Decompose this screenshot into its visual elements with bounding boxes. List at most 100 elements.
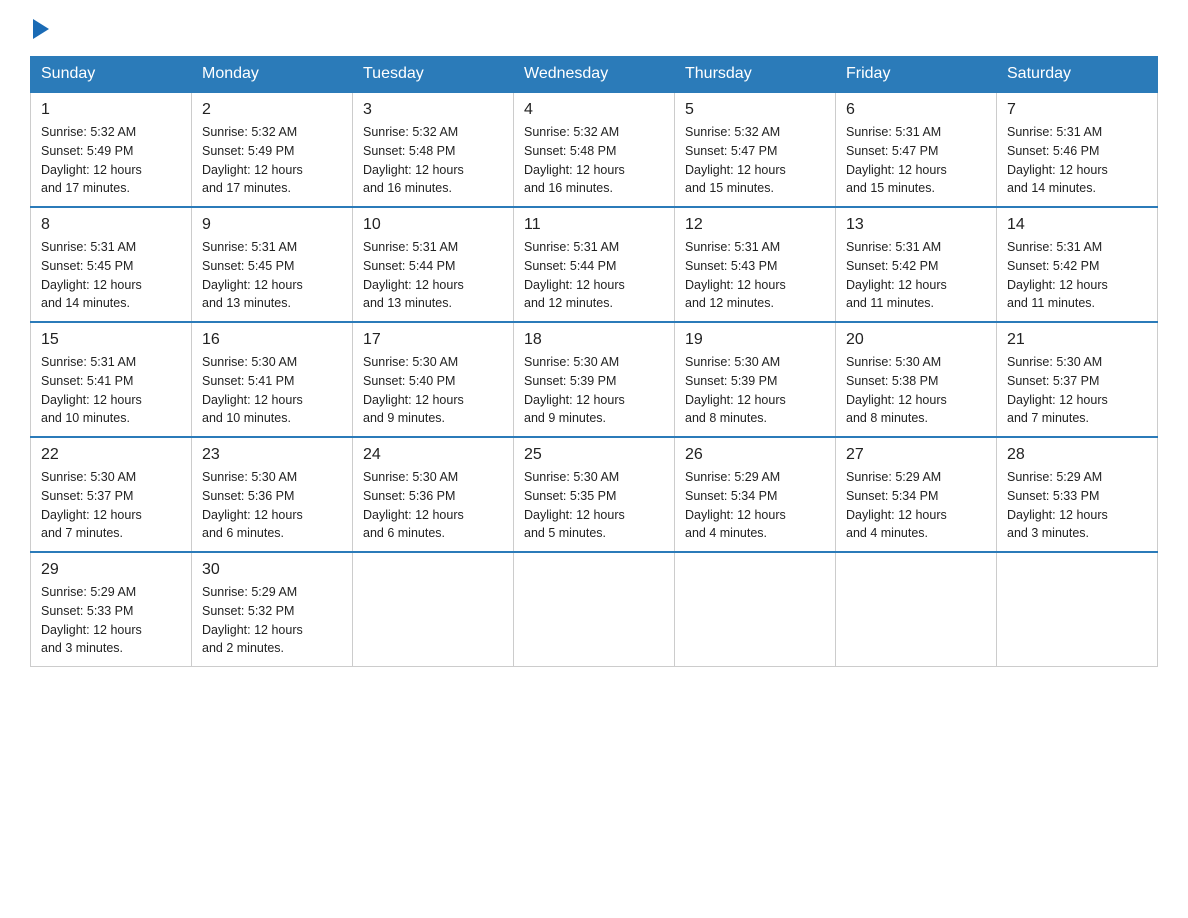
calendar-day-cell: 6 Sunrise: 5:31 AM Sunset: 5:47 PM Dayli…	[836, 92, 997, 207]
day-of-week-header: Tuesday	[353, 57, 514, 93]
calendar-week-row: 1 Sunrise: 5:32 AM Sunset: 5:49 PM Dayli…	[31, 92, 1158, 207]
day-info: Sunrise: 5:30 AM Sunset: 5:41 PM Dayligh…	[202, 353, 342, 428]
calendar-day-cell: 20 Sunrise: 5:30 AM Sunset: 5:38 PM Dayl…	[836, 322, 997, 437]
day-info: Sunrise: 5:30 AM Sunset: 5:36 PM Dayligh…	[363, 468, 503, 543]
calendar-day-cell: 17 Sunrise: 5:30 AM Sunset: 5:40 PM Dayl…	[353, 322, 514, 437]
header-row: SundayMondayTuesdayWednesdayThursdayFrid…	[31, 57, 1158, 93]
day-number: 15	[41, 331, 181, 349]
calendar-day-cell: 12 Sunrise: 5:31 AM Sunset: 5:43 PM Dayl…	[675, 207, 836, 322]
calendar-day-cell: 23 Sunrise: 5:30 AM Sunset: 5:36 PM Dayl…	[192, 437, 353, 552]
day-number: 29	[41, 561, 181, 579]
day-number: 10	[363, 216, 503, 234]
calendar-day-cell: 1 Sunrise: 5:32 AM Sunset: 5:49 PM Dayli…	[31, 92, 192, 207]
day-info: Sunrise: 5:29 AM Sunset: 5:34 PM Dayligh…	[685, 468, 825, 543]
day-number: 6	[846, 101, 986, 119]
day-number: 1	[41, 101, 181, 119]
day-info: Sunrise: 5:30 AM Sunset: 5:39 PM Dayligh…	[685, 353, 825, 428]
day-number: 16	[202, 331, 342, 349]
day-number: 13	[846, 216, 986, 234]
calendar-day-cell: 24 Sunrise: 5:30 AM Sunset: 5:36 PM Dayl…	[353, 437, 514, 552]
calendar-day-cell: 9 Sunrise: 5:31 AM Sunset: 5:45 PM Dayli…	[192, 207, 353, 322]
calendar-day-cell: 13 Sunrise: 5:31 AM Sunset: 5:42 PM Dayl…	[836, 207, 997, 322]
calendar-day-cell	[836, 552, 997, 667]
day-number: 2	[202, 101, 342, 119]
calendar-day-cell: 21 Sunrise: 5:30 AM Sunset: 5:37 PM Dayl…	[997, 322, 1158, 437]
calendar-week-row: 8 Sunrise: 5:31 AM Sunset: 5:45 PM Dayli…	[31, 207, 1158, 322]
day-info: Sunrise: 5:29 AM Sunset: 5:33 PM Dayligh…	[1007, 468, 1147, 543]
calendar-day-cell: 10 Sunrise: 5:31 AM Sunset: 5:44 PM Dayl…	[353, 207, 514, 322]
day-info: Sunrise: 5:32 AM Sunset: 5:49 PM Dayligh…	[41, 123, 181, 198]
day-info: Sunrise: 5:31 AM Sunset: 5:41 PM Dayligh…	[41, 353, 181, 428]
day-info: Sunrise: 5:30 AM Sunset: 5:36 PM Dayligh…	[202, 468, 342, 543]
day-number: 11	[524, 216, 664, 234]
calendar-day-cell: 29 Sunrise: 5:29 AM Sunset: 5:33 PM Dayl…	[31, 552, 192, 667]
logo-arrow-icon	[33, 19, 49, 39]
calendar-day-cell: 15 Sunrise: 5:31 AM Sunset: 5:41 PM Dayl…	[31, 322, 192, 437]
day-info: Sunrise: 5:31 AM Sunset: 5:46 PM Dayligh…	[1007, 123, 1147, 198]
day-number: 8	[41, 216, 181, 234]
day-number: 22	[41, 446, 181, 464]
day-info: Sunrise: 5:32 AM Sunset: 5:48 PM Dayligh…	[524, 123, 664, 198]
calendar-day-cell	[997, 552, 1158, 667]
day-info: Sunrise: 5:30 AM Sunset: 5:38 PM Dayligh…	[846, 353, 986, 428]
day-info: Sunrise: 5:31 AM Sunset: 5:45 PM Dayligh…	[41, 238, 181, 313]
calendar-day-cell	[353, 552, 514, 667]
day-info: Sunrise: 5:30 AM Sunset: 5:37 PM Dayligh…	[1007, 353, 1147, 428]
day-number: 12	[685, 216, 825, 234]
day-number: 30	[202, 561, 342, 579]
day-number: 3	[363, 101, 503, 119]
day-info: Sunrise: 5:29 AM Sunset: 5:33 PM Dayligh…	[41, 583, 181, 658]
calendar-week-row: 29 Sunrise: 5:29 AM Sunset: 5:33 PM Dayl…	[31, 552, 1158, 667]
day-info: Sunrise: 5:31 AM Sunset: 5:47 PM Dayligh…	[846, 123, 986, 198]
day-number: 18	[524, 331, 664, 349]
day-number: 27	[846, 446, 986, 464]
calendar-day-cell: 11 Sunrise: 5:31 AM Sunset: 5:44 PM Dayl…	[514, 207, 675, 322]
day-number: 28	[1007, 446, 1147, 464]
calendar-day-cell: 28 Sunrise: 5:29 AM Sunset: 5:33 PM Dayl…	[997, 437, 1158, 552]
calendar-day-cell: 18 Sunrise: 5:30 AM Sunset: 5:39 PM Dayl…	[514, 322, 675, 437]
calendar-day-cell: 8 Sunrise: 5:31 AM Sunset: 5:45 PM Dayli…	[31, 207, 192, 322]
day-info: Sunrise: 5:31 AM Sunset: 5:44 PM Dayligh…	[524, 238, 664, 313]
calendar-day-cell: 22 Sunrise: 5:30 AM Sunset: 5:37 PM Dayl…	[31, 437, 192, 552]
calendar-table: SundayMondayTuesdayWednesdayThursdayFrid…	[30, 56, 1158, 667]
day-info: Sunrise: 5:31 AM Sunset: 5:45 PM Dayligh…	[202, 238, 342, 313]
day-number: 25	[524, 446, 664, 464]
calendar-day-cell: 2 Sunrise: 5:32 AM Sunset: 5:49 PM Dayli…	[192, 92, 353, 207]
day-info: Sunrise: 5:32 AM Sunset: 5:48 PM Dayligh…	[363, 123, 503, 198]
day-number: 21	[1007, 331, 1147, 349]
day-of-week-header: Monday	[192, 57, 353, 93]
day-number: 20	[846, 331, 986, 349]
day-of-week-header: Sunday	[31, 57, 192, 93]
day-info: Sunrise: 5:31 AM Sunset: 5:44 PM Dayligh…	[363, 238, 503, 313]
day-number: 7	[1007, 101, 1147, 119]
day-info: Sunrise: 5:32 AM Sunset: 5:49 PM Dayligh…	[202, 123, 342, 198]
day-info: Sunrise: 5:30 AM Sunset: 5:37 PM Dayligh…	[41, 468, 181, 543]
day-number: 23	[202, 446, 342, 464]
day-number: 4	[524, 101, 664, 119]
calendar-day-cell: 14 Sunrise: 5:31 AM Sunset: 5:42 PM Dayl…	[997, 207, 1158, 322]
calendar-day-cell: 5 Sunrise: 5:32 AM Sunset: 5:47 PM Dayli…	[675, 92, 836, 207]
day-info: Sunrise: 5:30 AM Sunset: 5:40 PM Dayligh…	[363, 353, 503, 428]
day-info: Sunrise: 5:30 AM Sunset: 5:39 PM Dayligh…	[524, 353, 664, 428]
day-info: Sunrise: 5:32 AM Sunset: 5:47 PM Dayligh…	[685, 123, 825, 198]
day-number: 5	[685, 101, 825, 119]
day-info: Sunrise: 5:31 AM Sunset: 5:42 PM Dayligh…	[1007, 238, 1147, 313]
page-header	[30, 20, 1158, 40]
calendar-day-cell: 16 Sunrise: 5:30 AM Sunset: 5:41 PM Dayl…	[192, 322, 353, 437]
calendar-day-cell: 30 Sunrise: 5:29 AM Sunset: 5:32 PM Dayl…	[192, 552, 353, 667]
day-info: Sunrise: 5:30 AM Sunset: 5:35 PM Dayligh…	[524, 468, 664, 543]
day-number: 14	[1007, 216, 1147, 234]
calendar-day-cell: 19 Sunrise: 5:30 AM Sunset: 5:39 PM Dayl…	[675, 322, 836, 437]
day-of-week-header: Thursday	[675, 57, 836, 93]
day-info: Sunrise: 5:29 AM Sunset: 5:32 PM Dayligh…	[202, 583, 342, 658]
day-number: 17	[363, 331, 503, 349]
calendar-week-row: 22 Sunrise: 5:30 AM Sunset: 5:37 PM Dayl…	[31, 437, 1158, 552]
calendar-day-cell: 7 Sunrise: 5:31 AM Sunset: 5:46 PM Dayli…	[997, 92, 1158, 207]
calendar-day-cell	[514, 552, 675, 667]
calendar-day-cell: 3 Sunrise: 5:32 AM Sunset: 5:48 PM Dayli…	[353, 92, 514, 207]
day-number: 24	[363, 446, 503, 464]
day-info: Sunrise: 5:31 AM Sunset: 5:42 PM Dayligh…	[846, 238, 986, 313]
calendar-week-row: 15 Sunrise: 5:31 AM Sunset: 5:41 PM Dayl…	[31, 322, 1158, 437]
logo	[30, 20, 49, 40]
day-info: Sunrise: 5:29 AM Sunset: 5:34 PM Dayligh…	[846, 468, 986, 543]
